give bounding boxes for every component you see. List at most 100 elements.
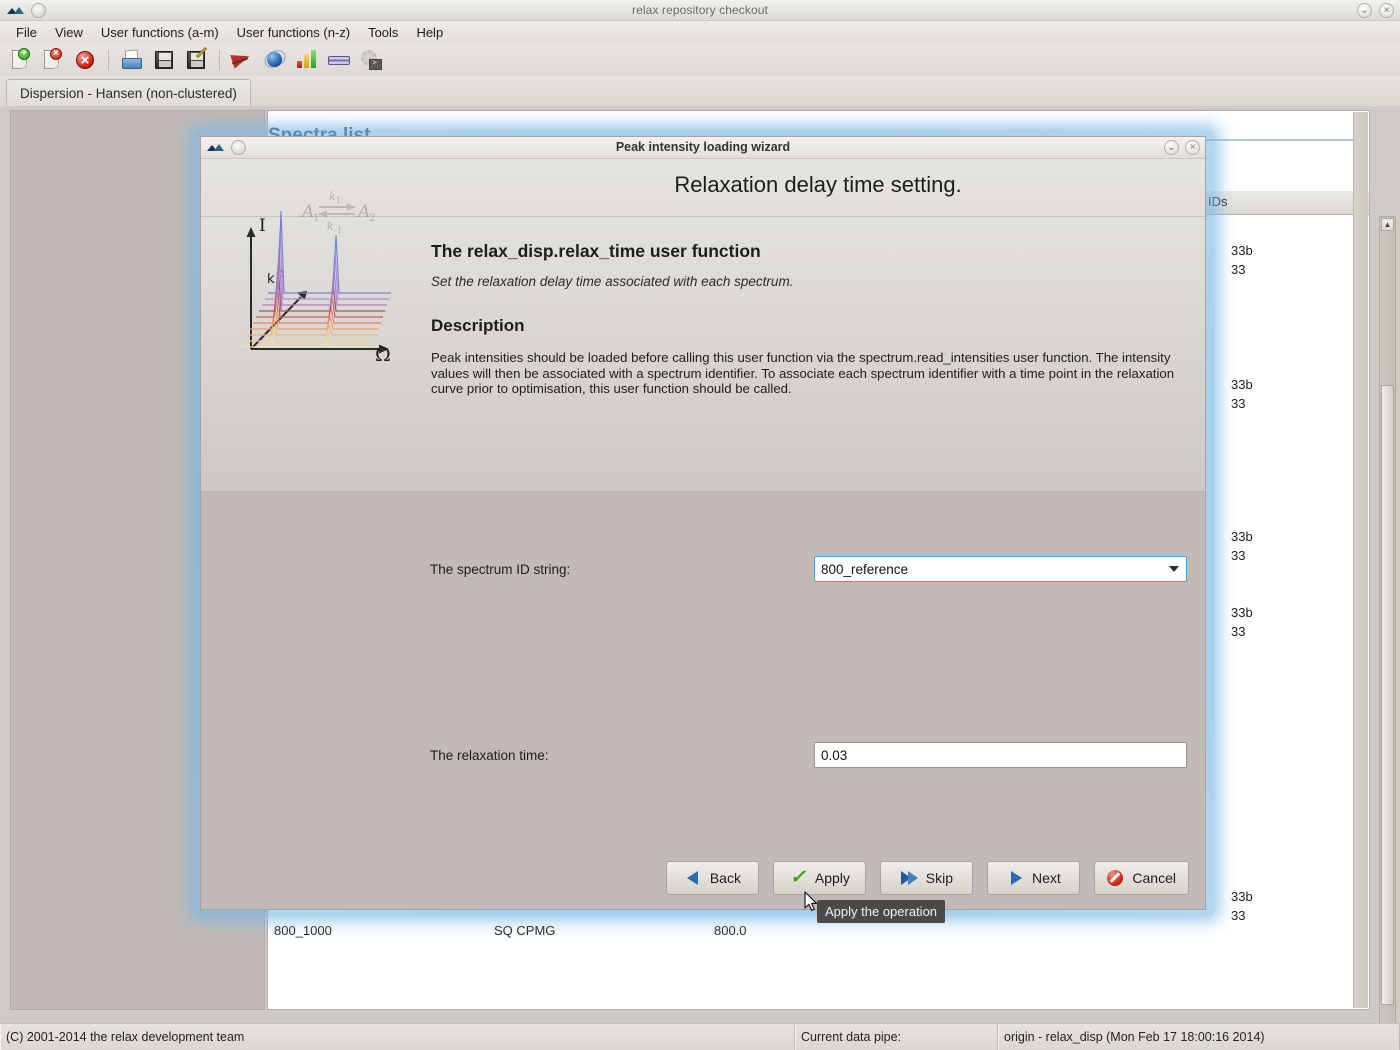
description-heading: Description [431,316,525,336]
next-button[interactable]: Next [987,861,1080,895]
skip-button[interactable]: Skip [880,861,973,895]
open-state-icon[interactable] [119,47,145,73]
id-cell: 33 [1231,548,1245,563]
relaxation-time-input[interactable]: 0.03 [814,742,1187,768]
dialog-window-controls: ⌄ × [1164,140,1200,155]
back-arrow-icon [685,870,702,887]
spectra-list-scrollbar[interactable] [1353,112,1368,1008]
dialog-heading: Relaxation delay time setting. [431,172,1205,198]
dialog-description-panel: I Ω k -1 A 1 A 2 k 1 k -1 [201,217,1205,492]
id-cell: 33 [1231,624,1245,639]
minimize-icon: ⌄ [1358,4,1371,17]
cancel-button[interactable]: Cancel [1094,861,1189,895]
dialog-minimize-button[interactable]: ⌄ [1164,140,1179,155]
id-cell: 33 [1231,262,1245,277]
svg-text:k: k [327,220,334,233]
dialog-titlebar: Peak intensity loading wizard ⌄ × [201,137,1205,159]
deny-icon [1107,870,1124,887]
menu-user-functions-nz[interactable]: User functions (n-z) [229,22,358,43]
application-window: relax repository checkout ⌄ × File View … [0,0,1400,1050]
apply-button-label: Apply [815,870,850,886]
svg-text:1: 1 [336,196,341,205]
status-pipe-value: origin - relax_disp (Mon Feb 17 18:00:16… [998,1024,1400,1050]
dialog-button-bar: Back ✓ Apply Skip Next Cancel [666,861,1189,895]
window-minimize-button[interactable]: ⌄ [1357,3,1372,18]
cell-spectrum-id: 800_1000 [274,923,332,938]
save-state-as-icon[interactable] [183,47,209,73]
toolbar-separator [108,50,109,70]
menu-user-functions-am[interactable]: User functions (a-m) [93,22,227,43]
workspace-scrollbar[interactable]: ▲ ▼ [1379,216,1396,1050]
spectrum-id-label: The spectrum ID string: [430,562,570,577]
close-icon: × [1380,4,1393,17]
id-cell: 33b [1231,605,1253,620]
close-all-analyses-icon[interactable] [72,47,98,73]
svg-text:2: 2 [369,213,375,224]
svg-text:k: k [329,190,336,203]
svg-text:I: I [259,216,266,236]
prompt-icon[interactable] [358,47,384,73]
cell-experiment: SQ CPMG [494,923,555,938]
check-mark-icon: ✓ [790,870,807,887]
svg-text:-1: -1 [334,226,342,235]
window-titlebar: relax repository checkout ⌄ × [0,0,1400,21]
scroll-up-icon[interactable]: ▲ [1381,218,1394,231]
mouse-cursor-icon [804,891,818,911]
apply-button-tooltip: Apply the operation [817,900,945,923]
id-cell: 33 [1231,396,1245,411]
dialog-title: Peak intensity loading wizard [201,140,1205,154]
back-button-label: Back [710,870,741,886]
id-cell: 33b [1231,529,1253,544]
new-analysis-icon[interactable] [8,47,34,73]
peak-intensity-wizard-dialog: Peak intensity loading wizard ⌄ × Relaxa… [200,136,1206,910]
menu-help[interactable]: Help [408,22,451,43]
window-title: relax repository checkout [0,3,1400,17]
svg-text:k: k [267,272,275,287]
chevron-down-icon[interactable] [1169,566,1179,572]
next-button-label: Next [1032,870,1061,886]
dialog-form-area: The spectrum ID string: 800_reference Th… [201,492,1205,909]
pipe-editor-icon[interactable] [326,47,352,73]
double-arrow-icon [901,870,918,887]
window-controls: ⌄ × [1357,3,1394,18]
back-button[interactable]: Back [666,861,759,895]
svg-text:1: 1 [313,213,319,224]
id-cell: 33b [1231,243,1253,258]
relaxation-dispersion-graphic-icon: I Ω k -1 A 1 A 2 k 1 k -1 [223,169,419,365]
scrollbar-thumb[interactable] [1381,385,1394,1005]
menu-bar: File View User functions (a-m) User func… [0,21,1400,44]
dialog-close-button[interactable]: × [1185,140,1200,155]
user-function-title: The relax_disp.relax_time user function [431,241,761,262]
apply-button[interactable]: ✓ Apply [773,861,866,895]
svg-text:Ω: Ω [375,344,391,365]
status-bar: (C) 2001-2014 the relax development team… [0,1023,1400,1050]
save-state-icon[interactable] [151,47,177,73]
menu-file[interactable]: File [8,22,45,43]
minimize-icon: ⌄ [1165,141,1178,154]
id-cell: 33 [1231,908,1245,923]
description-text: Peak intensities should be loaded before… [431,350,1176,397]
relaxation-time-value: 0.03 [821,748,847,763]
cell-frequency: 800.0 [714,923,747,938]
results-viewer-icon[interactable] [294,47,320,73]
id-cell: 33b [1231,889,1253,904]
status-pipe-label: Current data pipe: [795,1024,998,1050]
status-copyright: (C) 2001-2014 the relax development team [0,1024,795,1050]
relaxation-time-label: The relaxation time: [430,748,549,763]
menu-tools[interactable]: Tools [360,22,406,43]
close-icon: × [1186,141,1199,154]
user-function-subtitle: Set the relaxation delay time associated… [431,274,793,289]
skip-button-label: Skip [926,870,953,886]
spin-viewer-icon[interactable] [262,47,288,73]
analysis-tabstrip: Dispersion - Hansen (non-clustered) [0,76,1400,106]
tab-dispersion-hansen[interactable]: Dispersion - Hansen (non-clustered) [6,79,251,106]
cancel-button-label: Cancel [1132,870,1176,886]
toolbar [0,44,1400,76]
window-close-button[interactable]: × [1379,3,1394,18]
relax-manual-icon[interactable] [230,47,256,73]
id-cell: 33b [1231,377,1253,392]
menu-view[interactable]: View [47,22,91,43]
toolbar-separator-2 [219,50,220,70]
close-analysis-icon[interactable] [40,47,66,73]
spectrum-id-combobox[interactable]: 800_reference [814,556,1187,582]
